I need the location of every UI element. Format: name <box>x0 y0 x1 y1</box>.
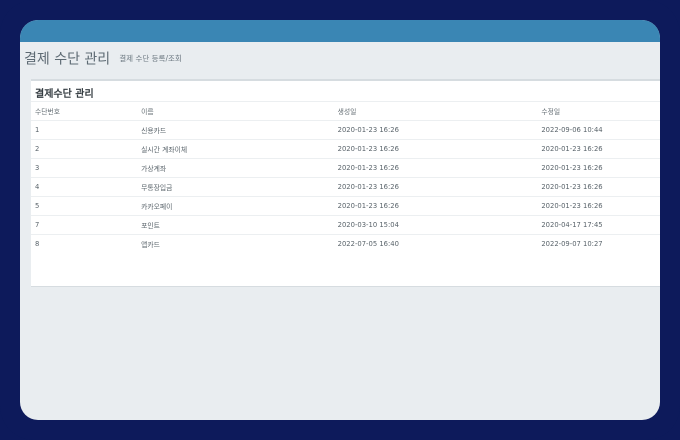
cell-name: 실시간 계좌이체 <box>137 139 334 159</box>
cell-created: 2020-01-23 16:26 <box>333 139 538 159</box>
cell-name: 무통장입금 <box>137 177 334 197</box>
table-row[interactable]: 2 실시간 계좌이체 2020-01-23 16:26 2020-01-23 1… <box>31 139 660 159</box>
page-subtitle: 결제 수단 등록/조회 <box>119 54 182 63</box>
cell-name: 가상계좌 <box>137 158 334 178</box>
table-row[interactable]: 5 카카오페이 2020-01-23 16:26 2020-01-23 16:2… <box>31 196 660 216</box>
cell-name: 앱카드 <box>137 234 334 253</box>
panel-title: 결제수단 관리 <box>35 89 94 100</box>
table-row[interactable]: 4 무통장입금 2020-01-23 16:26 2020-01-23 16:2… <box>31 177 660 197</box>
cell-created: 2022-07-05 16:40 <box>333 234 538 253</box>
page-title: 결제 수단 관리 <box>24 51 111 68</box>
cell-id: 5 <box>31 196 138 216</box>
payment-methods-table: 수단번호 이름 생성일 수정일 1 신용카드 2020-01-23 16:26 … <box>31 101 660 253</box>
page-header: 결제 수단 관리 결제 수단 등록/조회 <box>24 48 182 68</box>
device-frame: 결제 수단 관리 결제 수단 등록/조회 결제수단 관리 수단번호 이름 생성일… <box>0 0 680 440</box>
screen: 결제 수단 관리 결제 수단 등록/조회 결제수단 관리 수단번호 이름 생성일… <box>20 20 660 420</box>
column-header-created[interactable]: 생성일 <box>333 101 538 121</box>
cell-modified: 2020-01-23 16:26 <box>537 139 660 159</box>
cell-modified: 2020-01-23 16:26 <box>537 158 660 178</box>
payment-methods-panel: 결제수단 관리 수단번호 이름 생성일 수정일 1 신용카드 2020-01-2… <box>31 79 660 287</box>
table-row[interactable]: 3 가상계좌 2020-01-23 16:26 2020-01-23 16:26 <box>31 158 660 178</box>
table-row[interactable]: 1 신용카드 2020-01-23 16:26 2022-09-06 10:44 <box>31 120 660 140</box>
table-row[interactable]: 8 앱카드 2022-07-05 16:40 2022-09-07 10:27 <box>31 234 660 253</box>
cell-modified: 2022-09-07 10:27 <box>537 234 660 253</box>
cell-created: 2020-01-23 16:26 <box>333 120 538 140</box>
table-row[interactable]: 7 포인트 2020-03-10 15:04 2020-04-17 17:45 <box>31 215 660 235</box>
cell-name: 신용카드 <box>137 120 334 140</box>
cell-id: 4 <box>31 177 138 197</box>
cell-created: 2020-01-23 16:26 <box>333 177 538 197</box>
cell-id: 3 <box>31 158 138 178</box>
table-header-row: 수단번호 이름 생성일 수정일 <box>31 101 660 121</box>
cell-id: 8 <box>31 234 138 253</box>
cell-created: 2020-01-23 16:26 <box>333 196 538 216</box>
cell-name: 카카오페이 <box>137 196 334 216</box>
top-navbar <box>20 20 660 42</box>
cell-modified: 2020-04-17 17:45 <box>537 215 660 235</box>
cell-id: 2 <box>31 139 138 159</box>
column-header-id[interactable]: 수단번호 <box>31 101 138 121</box>
cell-created: 2020-03-10 15:04 <box>333 215 538 235</box>
cell-modified: 2022-09-06 10:44 <box>537 120 660 140</box>
cell-created: 2020-01-23 16:26 <box>333 158 538 178</box>
cell-id: 1 <box>31 120 138 140</box>
cell-modified: 2020-01-23 16:26 <box>537 177 660 197</box>
column-header-name[interactable]: 이름 <box>137 101 334 121</box>
cell-name: 포인트 <box>137 215 334 235</box>
cell-id: 7 <box>31 215 138 235</box>
column-header-modified[interactable]: 수정일 <box>537 101 660 121</box>
cell-modified: 2020-01-23 16:26 <box>537 196 660 216</box>
